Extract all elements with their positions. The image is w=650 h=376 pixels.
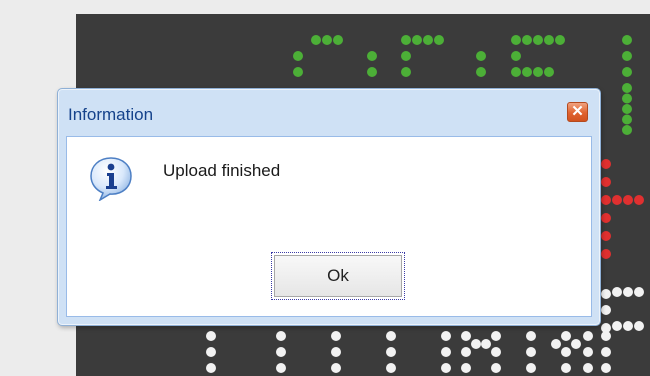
led-dot — [571, 339, 581, 349]
led-dot — [491, 331, 501, 341]
led-dot — [311, 35, 321, 45]
led-dot — [293, 67, 303, 77]
led-dot — [461, 363, 471, 373]
led-dot — [206, 331, 216, 341]
information-dialog: Information ✕ Upload finished Ok — [57, 88, 601, 326]
led-dot — [476, 67, 486, 77]
led-dot — [623, 287, 633, 297]
led-dot — [367, 51, 377, 61]
led-dot — [401, 67, 411, 77]
led-dot — [623, 195, 633, 205]
led-dot — [526, 347, 536, 357]
led-dot — [622, 83, 632, 93]
info-icon — [90, 157, 132, 201]
led-dot — [583, 331, 593, 341]
ok-button-label: Ok — [274, 255, 402, 297]
led-dot — [561, 363, 571, 373]
led-dot — [601, 347, 611, 357]
led-dot — [322, 35, 332, 45]
dialog-message: Upload finished — [163, 161, 281, 180]
led-dot — [561, 347, 571, 357]
led-dot — [441, 331, 451, 341]
led-dot — [612, 195, 622, 205]
led-dot — [601, 195, 611, 205]
led-dot — [601, 305, 611, 315]
led-dot — [276, 331, 286, 341]
led-dot — [434, 35, 444, 45]
led-dot — [461, 331, 471, 341]
led-dot — [386, 347, 396, 357]
led-dot — [461, 347, 471, 357]
led-dot — [601, 331, 611, 341]
led-dot — [401, 35, 411, 45]
led-dot — [551, 339, 561, 349]
led-dot — [612, 287, 622, 297]
dialog-titlebar[interactable]: Information ✕ — [58, 89, 600, 133]
led-dot — [622, 114, 632, 125]
dialog-body: Upload finished Ok — [66, 136, 592, 317]
led-dot — [601, 159, 611, 169]
led-dot — [333, 35, 343, 45]
led-dot — [544, 35, 554, 45]
led-dot — [601, 231, 611, 241]
led-dot — [526, 363, 536, 373]
dialog-title: Information — [68, 105, 154, 124]
led-dot — [511, 35, 521, 45]
led-dot — [423, 35, 433, 45]
led-dot — [491, 363, 501, 373]
led-dot — [206, 347, 216, 357]
led-dot — [331, 363, 341, 373]
led-dot — [471, 339, 481, 349]
led-dot — [481, 339, 491, 349]
led-dot — [612, 321, 622, 331]
led-dot — [476, 51, 486, 61]
led-dot — [583, 347, 593, 357]
led-dot — [622, 51, 632, 61]
led-dot — [522, 67, 532, 77]
led-dot — [622, 67, 632, 77]
led-dot — [522, 35, 532, 45]
led-dot — [544, 67, 554, 77]
led-dot — [533, 67, 543, 77]
close-icon: ✕ — [571, 103, 584, 120]
led-dot — [293, 51, 303, 61]
led-dot — [401, 51, 411, 61]
led-dot — [623, 321, 633, 331]
led-dot — [634, 195, 644, 205]
led-dot — [367, 67, 377, 77]
led-dot — [276, 347, 286, 357]
led-dot — [331, 347, 341, 357]
led-dot — [555, 35, 565, 45]
led-dot — [601, 289, 611, 299]
led-dot — [206, 363, 216, 373]
led-dot — [412, 35, 422, 45]
led-dot — [583, 363, 593, 373]
led-dot — [511, 67, 521, 77]
led-dot — [276, 363, 286, 373]
led-dot — [533, 35, 543, 45]
led-dot — [622, 125, 632, 135]
led-dot — [441, 347, 451, 357]
led-dot — [441, 363, 451, 373]
led-dot — [331, 331, 341, 341]
led-dot — [526, 331, 536, 341]
ok-button[interactable]: Ok — [271, 252, 405, 300]
led-dot — [622, 35, 632, 45]
led-dot — [601, 363, 611, 373]
led-dot — [601, 249, 611, 259]
led-dot — [634, 287, 644, 297]
close-button[interactable]: ✕ — [567, 102, 588, 122]
led-dot — [622, 93, 632, 104]
led-dot — [634, 321, 644, 331]
led-dot — [491, 347, 501, 357]
led-dot — [601, 213, 611, 223]
led-dot — [511, 51, 521, 61]
led-dot — [622, 104, 632, 114]
led-dot — [561, 331, 571, 341]
led-dot — [386, 363, 396, 373]
led-dot — [601, 177, 611, 187]
led-dot — [386, 331, 396, 341]
